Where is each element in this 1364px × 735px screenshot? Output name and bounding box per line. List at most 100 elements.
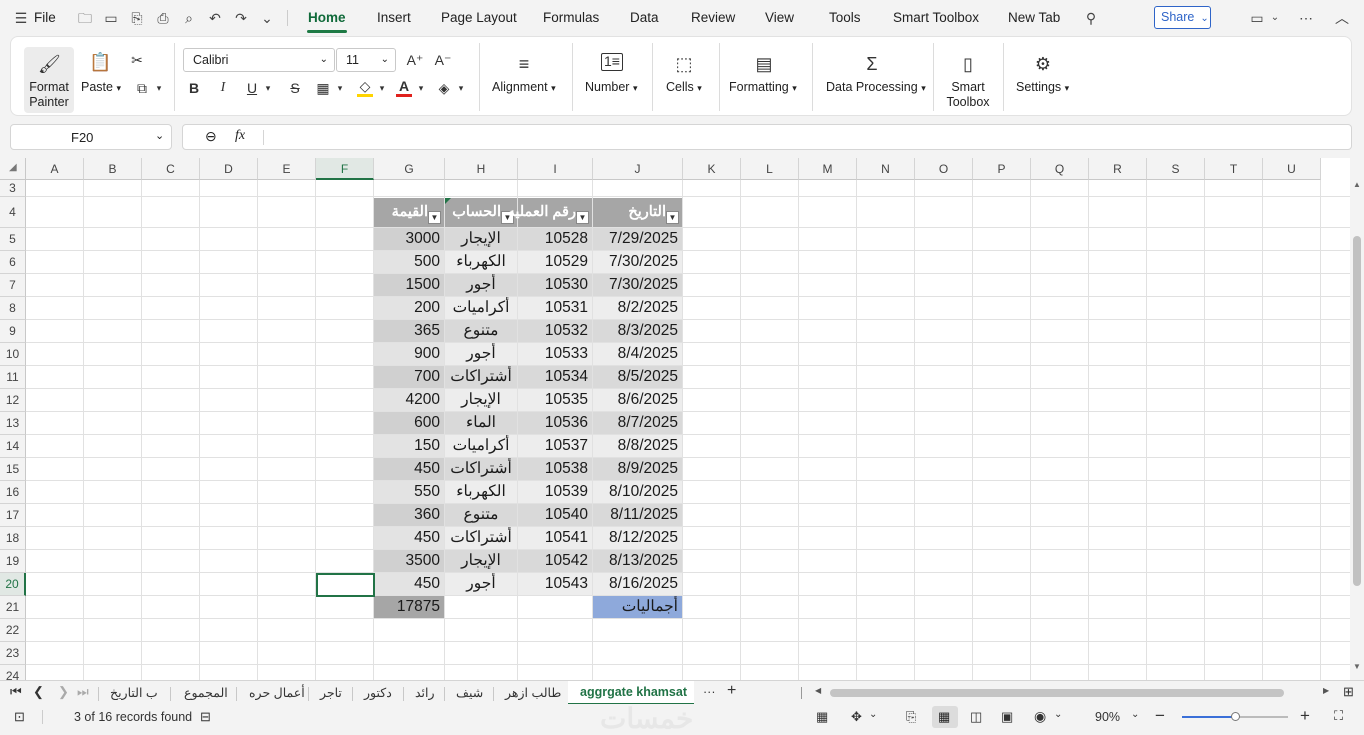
account-cell[interactable]: أشتراكات	[445, 527, 517, 549]
value-cell[interactable]: 900	[374, 343, 444, 365]
tab-tools[interactable]: Tools	[829, 10, 861, 25]
row-header[interactable]: 5	[0, 228, 26, 251]
date-cell[interactable]: 8/8/2025	[593, 435, 682, 457]
comment-icon[interactable]: ▭	[1248, 9, 1266, 27]
row-header[interactable]: 23	[0, 642, 26, 665]
date-cell[interactable]: 8/6/2025	[593, 389, 682, 411]
row-header[interactable]: 10	[0, 343, 26, 366]
alignment-icon[interactable]: ≡	[513, 53, 535, 75]
sheet-tab[interactable]: طالب ازهر	[505, 685, 561, 700]
print-icon[interactable]: ⎙	[154, 9, 172, 27]
selected-cell[interactable]	[316, 573, 375, 597]
value-cell[interactable]: 200	[374, 297, 444, 319]
account-cell[interactable]: الكهرباء	[445, 251, 517, 273]
quick-access-dropdown-icon[interactable]: ⌄	[258, 9, 276, 27]
value-cell[interactable]: 700	[374, 366, 444, 388]
column-header[interactable]: H	[445, 158, 518, 180]
column-header[interactable]: O	[915, 158, 973, 180]
number-format-icon[interactable]: 1≡	[601, 53, 623, 71]
zoom-level[interactable]: 90%	[1095, 710, 1120, 724]
sheet-tab[interactable]: شيف	[456, 685, 483, 700]
account-cell[interactable]: أجور	[445, 573, 517, 595]
row-header[interactable]: 15	[0, 458, 26, 481]
column-header[interactable]: J	[593, 158, 683, 180]
account-cell[interactable]: الإيجار	[445, 389, 517, 411]
account-cell[interactable]: أشتراكات	[445, 458, 517, 480]
cells-icon[interactable]: ⬚	[673, 53, 695, 75]
row-header[interactable]: 20	[0, 573, 26, 596]
column-header[interactable]: D	[200, 158, 258, 180]
tab-new-tab[interactable]: New Tab	[1008, 10, 1060, 25]
operation-number-cell[interactable]: 10536	[518, 412, 592, 434]
operation-number-cell[interactable]: 10539	[518, 481, 592, 503]
header-account[interactable]: الحساب ▼	[445, 198, 517, 227]
row-header[interactable]: 9	[0, 320, 26, 343]
sheet-tab[interactable]: رائد	[415, 685, 435, 700]
tab-page-layout[interactable]: Page Layout	[441, 10, 517, 25]
header-value[interactable]: القيمة ▼	[374, 198, 444, 227]
chevron-down-icon[interactable]: ▾	[373, 79, 391, 97]
row-header[interactable]: 24	[0, 665, 26, 680]
account-cell[interactable]: الإيجار	[445, 228, 517, 250]
collapse-ribbon-icon[interactable]: ︿	[1333, 9, 1351, 27]
macro-record-icon[interactable]: ⊡	[14, 709, 25, 725]
alignment-dropdown[interactable]: Alignment ▾	[492, 80, 556, 94]
select-all-corner[interactable]: ◢	[0, 158, 26, 180]
row-header[interactable]: 16	[0, 481, 26, 504]
account-cell[interactable]: أجور	[445, 274, 517, 296]
operation-number-cell[interactable]: 10538	[518, 458, 592, 480]
operation-number-cell[interactable]: 10543	[518, 573, 592, 595]
settings-dropdown[interactable]: Settings ▾	[1016, 80, 1069, 94]
operation-number-cell[interactable]: 10528	[518, 228, 592, 250]
operation-number-cell[interactable]: 10542	[518, 550, 592, 572]
chevron-down-icon[interactable]: ▾	[259, 79, 277, 97]
row-header[interactable]: 11	[0, 366, 26, 389]
tab-split-handle[interactable]	[801, 687, 802, 699]
date-cell[interactable]: 8/4/2025	[593, 343, 682, 365]
column-header[interactable]: G	[374, 158, 445, 180]
header-operation-number[interactable]: رقم العمليه ▼	[508, 198, 592, 227]
total-label-cell[interactable]: أجماليات	[593, 596, 682, 618]
column-header[interactable]: I	[518, 158, 593, 180]
more-sheets-icon[interactable]: ···	[703, 685, 716, 699]
zoom-out-button[interactable]: −	[1155, 706, 1165, 726]
share-link-icon[interactable]: ⎘	[128, 9, 146, 27]
row-header[interactable]: 14	[0, 435, 26, 458]
tab-data[interactable]: Data	[630, 10, 659, 25]
filter-dropdown-icon[interactable]: ▼	[666, 211, 679, 224]
operation-number-cell[interactable]: 10537	[518, 435, 592, 457]
zoom-in-button[interactable]: +	[1300, 706, 1310, 726]
fill-color-icon[interactable]: ◇	[356, 77, 374, 95]
column-header[interactable]: B	[84, 158, 142, 180]
next-sheet-icon[interactable]: ❯	[58, 684, 69, 700]
format-painter-button[interactable]: 🖌 Format Painter	[24, 47, 74, 113]
column-header[interactable]: E	[258, 158, 316, 180]
add-sheet-button[interactable]: +	[727, 682, 736, 700]
chevron-down-icon[interactable]: ⌄	[1266, 9, 1284, 27]
eye-protection-icon[interactable]: ◉	[1034, 708, 1046, 725]
account-cell[interactable]: الإيجار	[445, 550, 517, 572]
value-cell[interactable]: 500	[374, 251, 444, 273]
hamburger-menu-icon[interactable]: ☰	[12, 9, 30, 27]
first-sheet-icon[interactable]: ⏮	[10, 684, 22, 700]
bold-icon[interactable]: B	[185, 79, 203, 97]
operation-number-cell[interactable]: 10530	[518, 274, 592, 296]
print-preview-icon[interactable]: ⌕	[180, 9, 198, 27]
scroll-down-icon[interactable]: ▼	[1353, 662, 1361, 671]
date-cell[interactable]: 8/2/2025	[593, 297, 682, 319]
operation-number-cell[interactable]: 10532	[518, 320, 592, 342]
previous-sheet-icon[interactable]: ❮	[33, 684, 44, 700]
column-header[interactable]: A	[26, 158, 84, 180]
strikethrough-icon[interactable]: S	[286, 79, 304, 97]
chevron-down-icon[interactable]: ▾	[150, 79, 168, 97]
open-folder-icon[interactable]: 🗀	[76, 9, 94, 27]
total-value-cell[interactable]: 17875	[374, 596, 444, 618]
filter-dropdown-icon[interactable]: ▼	[428, 211, 441, 224]
sheet-tab[interactable]: المجموع	[184, 685, 228, 700]
row-header[interactable]: 18	[0, 527, 26, 550]
operation-number-cell[interactable]: 10540	[518, 504, 592, 526]
freeze-panes-icon[interactable]: ✥	[851, 709, 862, 725]
search-icon[interactable]: ⚲	[1082, 9, 1100, 27]
row-header[interactable]: 19	[0, 550, 26, 573]
data-processing-dropdown[interactable]: Data Processing ▾	[826, 80, 926, 94]
